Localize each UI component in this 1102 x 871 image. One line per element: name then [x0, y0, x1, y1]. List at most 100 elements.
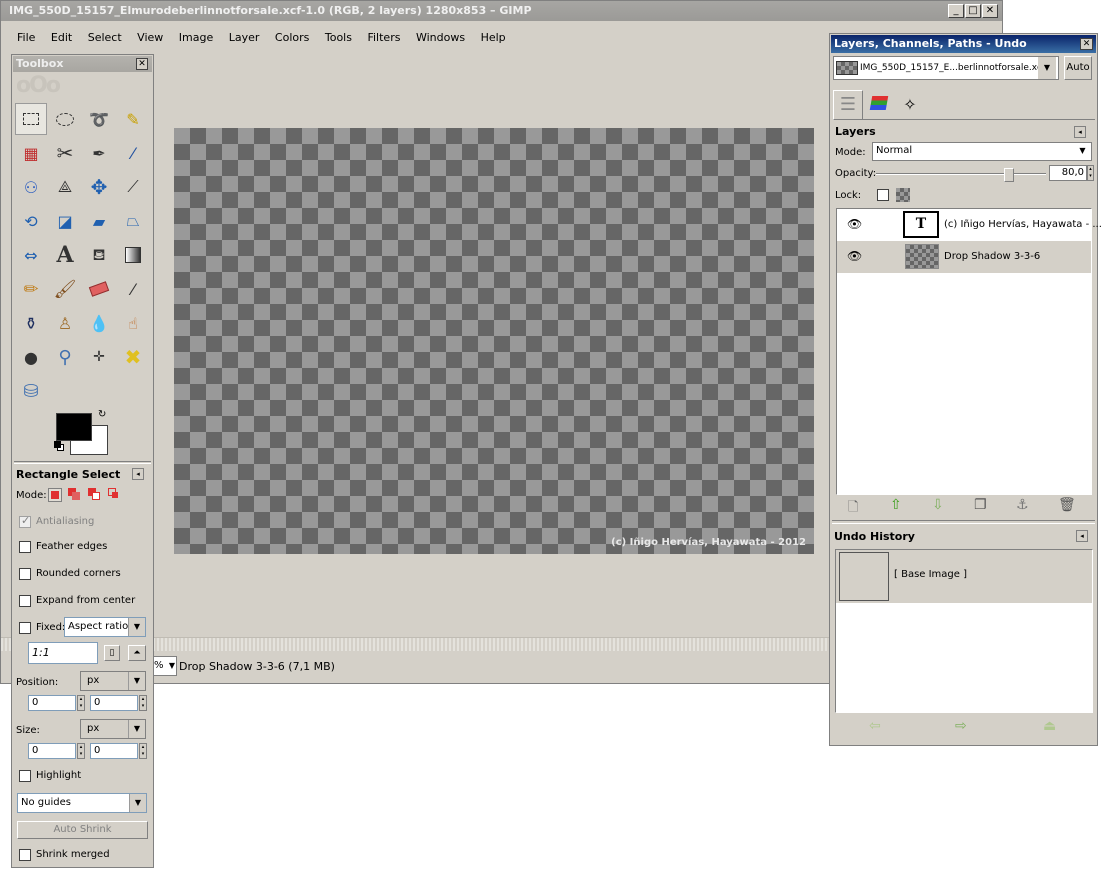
foreground-color-swatch[interactable] [56, 413, 92, 441]
menu-tools[interactable]: Tools [325, 31, 352, 44]
menu-file[interactable]: File [17, 31, 35, 44]
clone-icon[interactable]: ♙ [49, 307, 81, 339]
duplicate-layer-icon[interactable]: ❐ [974, 497, 987, 513]
size-unit-dropdown[interactable]: px ▼ [80, 719, 146, 739]
auto-shrink-button[interactable]: Auto Shrink [17, 821, 148, 839]
close-button[interactable]: ✕ [982, 4, 998, 18]
lock-pixels-checkbox[interactable] [877, 189, 889, 201]
text-tool-icon[interactable]: A [49, 239, 81, 271]
toolbox-close-icon[interactable]: ✕ [136, 58, 148, 70]
scissors-icon[interactable]: ✂ [49, 137, 81, 169]
zoom-tool-icon[interactable]: ⚇ [15, 171, 47, 203]
highlight-checkbox[interactable] [19, 770, 31, 782]
guides-dropdown[interactable]: No guides ▼ [17, 793, 147, 813]
new-layer-icon[interactable]: 🗋 [848, 498, 858, 520]
eye-icon[interactable]: 👁 [847, 249, 862, 263]
size-w-input[interactable]: 0 [28, 743, 76, 759]
undo-menu-icon[interactable]: ◂ [1076, 530, 1088, 542]
tab-paths[interactable]: ✧ [895, 92, 925, 120]
color-area[interactable]: ↻ [54, 409, 112, 457]
menu-colors[interactable]: Colors [275, 31, 309, 44]
perspective-clone-icon[interactable]: ✛ [83, 341, 115, 373]
menu-windows[interactable]: Windows [416, 31, 465, 44]
crop-icon[interactable]: ⟲ [15, 205, 47, 237]
size-h-spin[interactable]: ▴ ▾ [139, 743, 147, 759]
mode-subtract-button[interactable] [88, 488, 102, 502]
heal-icon[interactable]: ✖ [117, 341, 149, 373]
menu-help[interactable]: Help [481, 31, 506, 44]
menu-view[interactable]: View [137, 31, 163, 44]
paintbrush-icon[interactable]: 🖌 [49, 273, 81, 305]
free-select-icon[interactable]: ➰ [83, 103, 115, 135]
image-selector[interactable]: IMG_550D_15157_E...berlinnotforsale.xcf-… [833, 56, 1059, 80]
opacity-slider[interactable] [876, 168, 1046, 182]
position-x-input[interactable]: 0 [28, 695, 76, 711]
pencil-icon[interactable]: ✏ [15, 273, 47, 305]
menu-layer[interactable]: Layer [229, 31, 260, 44]
shear-icon[interactable]: ⏢ [117, 205, 149, 237]
tool-options-menu-icon[interactable]: ◂ [132, 468, 144, 480]
ratio-input[interactable]: 1:1 [28, 642, 98, 664]
delete-layer-icon[interactable]: 🗑 [1058, 497, 1076, 513]
ellipse-select-icon[interactable] [49, 103, 81, 135]
size-w-spin[interactable]: ▴ ▾ [77, 743, 85, 759]
dodge-burn-icon[interactable]: ● [15, 341, 47, 373]
anchor-layer-icon[interactable]: ⚓ [1016, 497, 1029, 513]
image-window-titlebar[interactable]: IMG_550D_15157_Elmurodeberlinnotforsale.… [1, 1, 1002, 21]
expand-from-center-checkbox[interactable] [19, 595, 31, 607]
zoom-combo[interactable]: % ▼ [151, 656, 177, 676]
menu-image[interactable]: Image [179, 31, 213, 44]
align-icon[interactable]: ⟋ [117, 171, 149, 203]
blur-icon[interactable]: 💧 [83, 307, 115, 339]
clear-undo-icon[interactable]: ⏏ [1043, 718, 1056, 734]
fuzzy-select-icon[interactable]: ✎ [117, 103, 149, 135]
undo-list[interactable]: [ Base Image ] [835, 549, 1093, 713]
opacity-input[interactable]: 80,0 [1049, 165, 1087, 181]
magnify-icon[interactable]: ⚲ [49, 341, 81, 373]
rect-select-icon[interactable] [15, 103, 47, 135]
fixed-checkbox[interactable] [19, 622, 31, 634]
color-select-icon[interactable]: ▦ [15, 137, 47, 169]
opacity-spin[interactable]: ▴ ▾ [1087, 165, 1094, 181]
position-unit-dropdown[interactable]: px ▼ [80, 671, 146, 691]
dock-close-icon[interactable]: ✕ [1080, 38, 1093, 50]
menu-select[interactable]: Select [88, 31, 122, 44]
cage-icon[interactable]: ⛁ [15, 375, 47, 407]
landscape-button[interactable]: ⏶ [128, 645, 146, 661]
bucket-fill-icon[interactable]: ⛾ [83, 239, 115, 271]
layers-menu-icon[interactable]: ◂ [1074, 126, 1086, 138]
antialiasing-checkbox[interactable] [19, 514, 31, 528]
position-x-spin[interactable]: ▴ ▾ [77, 695, 85, 711]
lock-alpha-icon[interactable] [896, 188, 910, 202]
maximize-button[interactable]: □ [965, 4, 981, 18]
size-h-input[interactable]: 0 [90, 743, 138, 759]
opacity-slider-thumb[interactable] [1004, 168, 1014, 182]
color-picker-icon[interactable]: ⁄ [117, 137, 149, 169]
mode-replace-button[interactable] [48, 488, 62, 502]
mode-intersect-button[interactable] [108, 488, 122, 502]
undo-icon[interactable]: ⇦ [869, 718, 881, 734]
scale-icon[interactable]: ▰ [83, 205, 115, 237]
move-icon[interactable]: ✥ [83, 171, 115, 203]
layer-row[interactable]: 👁 Drop Shadow 3-3-6 [837, 241, 1091, 273]
rounded-corners-checkbox[interactable] [19, 568, 31, 580]
blend-icon[interactable] [117, 239, 149, 271]
layers-list[interactable]: 👁 T (c) Iñigo Hervías, Hayawata - ... 👁 … [836, 208, 1102, 495]
menu-filters[interactable]: Filters [367, 31, 400, 44]
menu-edit[interactable]: Edit [51, 31, 72, 44]
portrait-button[interactable]: ▯ [104, 645, 120, 661]
layers-mode-dropdown[interactable]: Normal ▼ [872, 142, 1092, 161]
undo-item[interactable]: [ Base Image ] [836, 550, 1092, 603]
tab-channels[interactable] [864, 92, 894, 120]
mode-add-button[interactable] [68, 488, 82, 502]
ink-icon[interactable]: ⚱ [15, 307, 47, 339]
minimize-button[interactable]: _ [948, 4, 964, 18]
paths-icon[interactable]: ✒ [83, 137, 115, 169]
default-colors-icon[interactable] [54, 441, 64, 451]
redo-icon[interactable]: ⇨ [955, 718, 967, 734]
auto-button[interactable]: Auto [1064, 56, 1092, 80]
measure-icon[interactable]: ⟁ [49, 171, 81, 203]
rotate-icon[interactable]: ◪ [49, 205, 81, 237]
dock-titlebar[interactable]: Layers, Channels, Paths - Undo [831, 35, 1096, 53]
smudge-icon[interactable]: ☝ [117, 307, 149, 339]
